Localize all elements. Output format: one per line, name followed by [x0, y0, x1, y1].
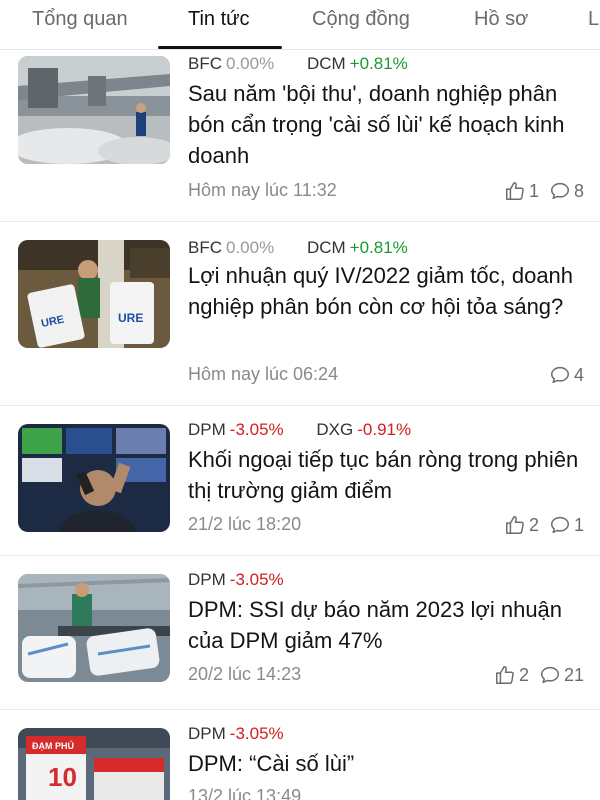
ticker-tag[interactable]: DPM -3.05% [188, 724, 284, 743]
like-count: 2 [528, 514, 539, 535]
comment-stat[interactable]: 1 [549, 514, 584, 536]
article-stats: 4 [549, 364, 584, 386]
news-article[interactable]: ĐẠM PHÚ 10 DPM -3.05% DPM: “Cài số lùi” 1… [0, 710, 600, 800]
thumbs-up-icon [495, 666, 514, 684]
news-article[interactable]: DPM -3.05% DPM: SSI dự báo năm 2023 lợi n… [0, 556, 600, 710]
ticker-row: DPM -3.05% [188, 724, 312, 744]
tab-news[interactable]: Tin tức [188, 8, 250, 31]
thumbs-up-icon [505, 182, 524, 200]
article-thumbnail [18, 424, 170, 532]
article-title[interactable]: Sau năm 'bội thu', doanh nghiệp phân bón… [188, 78, 588, 171]
ticker-tag[interactable]: DPM -3.05% [188, 570, 284, 589]
fertilizer-bags-photo: URE URE [18, 240, 170, 348]
comment-stat[interactable]: 8 [549, 180, 584, 202]
article-stats: 1 8 [504, 180, 584, 202]
article-time: 20/2 lúc 14:23 [188, 664, 302, 684]
article-stats: 2 21 [494, 664, 584, 686]
bag-number-text: 10 [48, 762, 77, 792]
comment-stat[interactable]: 4 [549, 364, 584, 386]
like-stat[interactable]: 2 [494, 664, 529, 686]
article-meta: 13/2 lúc 13:49 [188, 786, 584, 800]
comment-count: 21 [563, 664, 584, 685]
active-tab-indicator [158, 46, 282, 49]
article-time: 21/2 lúc 18:20 [188, 514, 302, 534]
article-title[interactable]: Lợi nhuận quý IV/2022 giảm tốc, doanh ng… [188, 260, 588, 322]
ticker-row: DPM -3.05% [188, 570, 312, 590]
bag-brand-text: ĐẠM PHÚ [32, 740, 74, 751]
ticker-tag[interactable]: DPM -3.05% [188, 420, 284, 439]
article-thumbnail [18, 56, 170, 164]
news-article[interactable]: URE URE BFC 0.00% DCM +0.81% Lợi nhuận quý… [0, 222, 600, 406]
article-time: Hôm nay lúc 11:32 [188, 180, 337, 200]
trader-screens-photo [18, 424, 170, 532]
tab-community[interactable]: Cộng đồng [312, 8, 410, 31]
comment-bubble-icon [551, 516, 569, 534]
tab-profile[interactable]: Hồ sơ [474, 8, 528, 31]
like-count: 1 [528, 180, 539, 201]
article-time: Hôm nay lúc 06:24 [188, 364, 339, 384]
news-article[interactable]: DPM -3.05% DXG -0.91% Khối ngoại tiếp tục … [0, 406, 600, 556]
ticker-row: DPM -3.05% DXG -0.91% [188, 420, 439, 440]
article-title[interactable]: Khối ngoại tiếp tục bán ròng trong phiên… [188, 444, 588, 506]
like-count: 2 [518, 664, 529, 685]
article-time: 13/2 lúc 13:49 [188, 786, 302, 800]
comment-bubble-icon [551, 182, 569, 200]
article-meta: 21/2 lúc 18:20 2 1 [188, 514, 584, 540]
dam-phu-my-bags-photo: ĐẠM PHÚ 10 [18, 728, 170, 800]
like-stat[interactable]: 1 [504, 180, 539, 202]
comment-bubble-icon [540, 666, 559, 684]
article-meta: Hôm nay lúc 06:24 4 [188, 364, 584, 390]
comment-count: 4 [573, 364, 584, 385]
article-title[interactable]: DPM: “Cài số lùi” [188, 748, 588, 779]
ticker-tag[interactable]: DCM +0.81% [307, 54, 408, 73]
article-meta: 20/2 lúc 14:23 2 21 [188, 664, 584, 690]
ticker-tag[interactable]: DXG -0.91% [316, 420, 411, 439]
ticker-row: BFC 0.00% DCM +0.81% [188, 54, 436, 74]
ticker-tag[interactable]: BFC 0.00% [188, 54, 274, 73]
comment-count: 1 [573, 514, 584, 535]
comment-bubble-icon [551, 366, 569, 384]
article-thumbnail: ĐẠM PHÚ 10 [18, 728, 170, 800]
thumbs-up-icon [505, 516, 524, 534]
like-stat[interactable]: 2 [504, 514, 539, 536]
warehouse-photo [18, 56, 170, 164]
comment-stat[interactable]: 21 [539, 664, 584, 686]
news-article[interactable]: BFC 0.00% DCM +0.81% Sau năm 'bội thu', do… [0, 50, 600, 222]
ticker-tag[interactable]: DCM +0.81% [307, 238, 408, 257]
urea-label-right: URE [118, 311, 143, 325]
article-title[interactable]: DPM: SSI dự báo năm 2023 lợi nhuận của D… [188, 594, 588, 656]
tab-more-partial[interactable]: L [588, 8, 599, 31]
comment-count: 8 [573, 180, 584, 201]
article-meta: Hôm nay lúc 11:32 1 8 [188, 180, 584, 206]
article-stats: 2 1 [504, 514, 584, 536]
article-thumbnail [18, 574, 170, 682]
article-thumbnail: URE URE [18, 240, 170, 348]
ticker-tag[interactable]: BFC 0.00% [188, 238, 274, 257]
top-tab-bar: Tổng quan Tin tức Cộng đồng Hồ sơ L [0, 0, 600, 50]
tab-overview[interactable]: Tổng quan [32, 8, 128, 31]
conveyor-bags-photo [18, 574, 170, 682]
ticker-row: BFC 0.00% DCM +0.81% [188, 238, 436, 258]
